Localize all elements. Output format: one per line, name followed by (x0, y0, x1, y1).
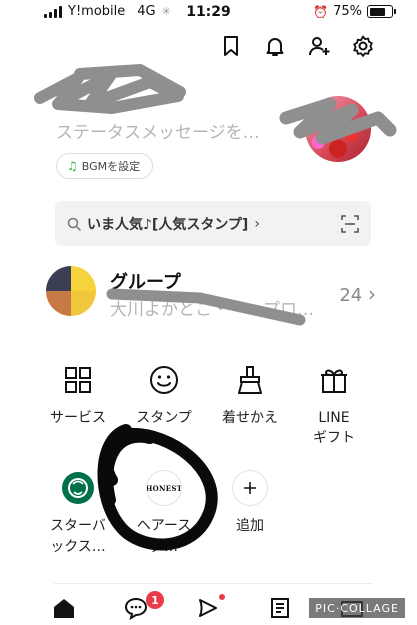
voom-icon[interactable] (194, 596, 222, 620)
smiley-icon (150, 366, 178, 394)
battery-percent: 75% (333, 4, 362, 19)
group-count-value: 24 (339, 285, 363, 306)
profile-avatar[interactable] (305, 96, 371, 162)
service-item-themes[interactable]: 着せかえ (210, 364, 290, 428)
profile-name-scribble (34, 64, 186, 114)
settings-icon[interactable] (351, 34, 375, 58)
service-label: サービス (50, 410, 106, 426)
service-label: スタンプ (136, 410, 192, 426)
add-friend-icon[interactable] (307, 34, 331, 58)
battery-icon (367, 5, 396, 18)
header-icons (219, 34, 375, 58)
nav-divider (54, 583, 372, 584)
honest-logo: HONEST (146, 470, 182, 506)
chat-badge: 1 (146, 591, 164, 609)
status-right: ⏰ 75% (313, 4, 396, 19)
chevron-right-icon: › (368, 282, 376, 306)
bgm-button[interactable]: ♫ BGMを設定 (56, 153, 154, 179)
group-avatar (46, 266, 96, 316)
alarm-icon: ⏰ (313, 4, 329, 19)
plus-icon (232, 470, 268, 506)
service-item-gift[interactable]: LINE ギフト (294, 364, 374, 448)
honest-logo-text: HONEST (146, 483, 182, 493)
search-bar[interactable]: いま人気♪[人気スタンプ] › (55, 201, 371, 246)
shortcut-label: ヘアース ダ… (124, 516, 204, 558)
shortcut-label-line2: ックス… (50, 539, 106, 555)
scan-icon[interactable] (341, 214, 359, 233)
shortcut-label-line1: スターバ (50, 518, 106, 534)
bgm-label: BGMを設定 (81, 160, 141, 173)
chevron-right-icon: › (254, 215, 260, 232)
service-label: 着せかえ (222, 410, 278, 426)
shortcut-label: 追加 (236, 518, 264, 534)
bell-icon[interactable] (263, 34, 287, 58)
group-subtitle: 大川よかとこ・・・プロ… (110, 300, 314, 320)
service-item-services[interactable]: サービス (38, 364, 118, 428)
brush-icon (238, 366, 262, 394)
service-item-stamps[interactable]: スタンプ (124, 364, 204, 428)
home-icon[interactable] (50, 596, 78, 620)
bookmark-icon[interactable] (219, 34, 243, 58)
voom-new-dot (219, 594, 225, 600)
group-count: 24 › (339, 282, 376, 306)
battery-fill (369, 7, 386, 16)
gift-icon (321, 369, 347, 393)
status-message[interactable]: ステータスメッセージを… (56, 118, 260, 143)
news-icon[interactable] (266, 596, 294, 620)
shortcut-label: スターバ ックス… (38, 516, 118, 558)
service-label: LINE ギフト (313, 410, 355, 446)
grid-icon (65, 367, 91, 393)
shortcut-honest[interactable]: HONEST ヘアース ダ… (124, 470, 204, 558)
shortcut-label-line1: ヘアース (136, 518, 192, 534)
watermark: PIC·COLLAGE (309, 598, 405, 618)
status-bar: Y!mobile 4G ✳ 11:29 ⏰ 75% (0, 0, 417, 26)
shortcut-starbucks[interactable]: スターバ ックス… (38, 470, 118, 558)
group-title: グループ (110, 272, 181, 293)
search-icon (67, 217, 81, 231)
search-text: いま人気♪[人気スタンプ] (87, 216, 249, 233)
starbucks-logo (60, 470, 96, 506)
music-note-icon: ♫ (67, 159, 78, 173)
shortcut-add[interactable]: 追加 (210, 470, 290, 537)
group-row[interactable]: グループ 大川よかとこ・・・プロ… 24 › (46, 266, 376, 320)
shortcut-label-line2: ダ… (150, 539, 178, 555)
